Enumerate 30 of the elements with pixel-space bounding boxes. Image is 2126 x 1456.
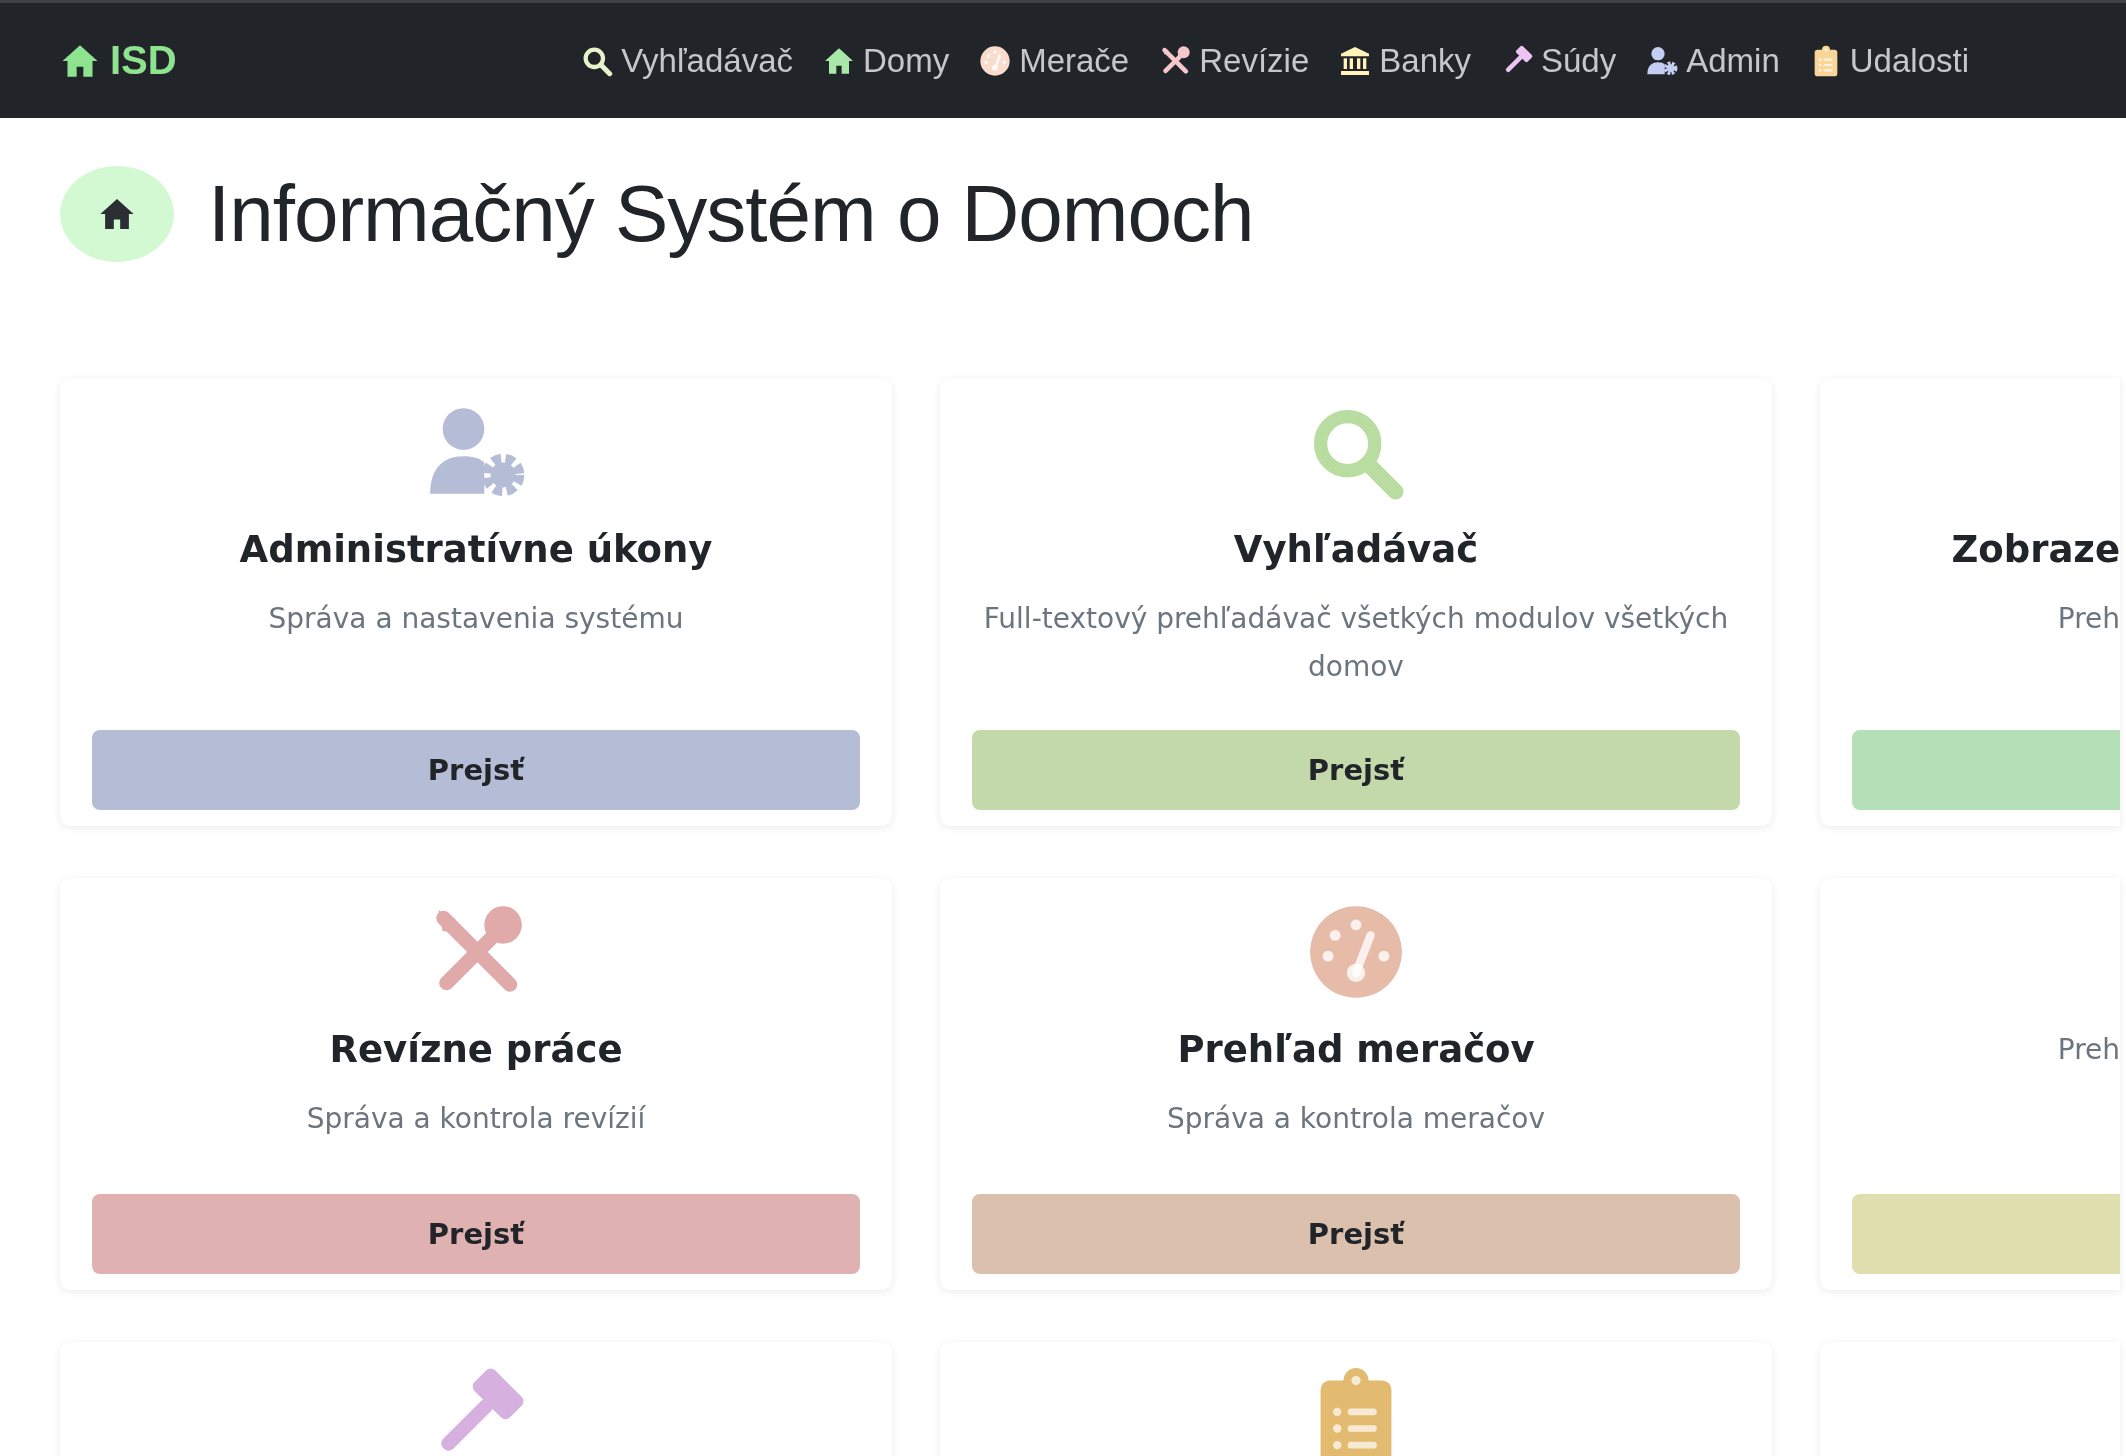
go-button[interactable] bbox=[1852, 1194, 2120, 1275]
card-title: Revízne práce bbox=[329, 1028, 623, 1072]
card-title: Zobraze bbox=[1951, 528, 2120, 571]
nav-link[interactable]: Domy bbox=[823, 41, 950, 80]
card-description: Preh bbox=[2057, 601, 2120, 637]
go-button[interactable]: Prejsť bbox=[972, 1194, 1740, 1275]
card-description: Full-textový prehľadávač všetkých modulov všetkých domov bbox=[982, 601, 1730, 685]
nav-link[interactable]: Merače bbox=[979, 41, 1130, 80]
card-description: Správa a kontrola meračov bbox=[1166, 1101, 1546, 1138]
card-description: Správa a kontrola revízií bbox=[306, 1101, 646, 1138]
card-title: Vyhľadávač bbox=[1233, 528, 1479, 571]
nav-link[interactable]: Udalosti bbox=[1809, 41, 1969, 80]
go-button[interactable] bbox=[1852, 730, 2120, 811]
nav-link[interactable]: Revízie bbox=[1159, 41, 1310, 80]
bank-icon bbox=[1339, 44, 1372, 77]
go-button[interactable]: Prejsť bbox=[92, 730, 860, 811]
card-title: Prehľad meračov bbox=[1177, 1028, 1535, 1072]
page-title: Informačný Systém o Domoch bbox=[208, 168, 1254, 260]
go-button[interactable]: Prejsť bbox=[972, 730, 1740, 811]
card-description: Správa a nastavenia systému bbox=[268, 601, 684, 637]
card-title: Administratívne úkony bbox=[239, 528, 713, 571]
nav-link[interactable]: Vyhľadávač bbox=[581, 41, 793, 80]
gauge-icon bbox=[979, 44, 1012, 77]
go-button[interactable]: Prejsť bbox=[92, 1194, 860, 1275]
nav-link[interactable]: Súdy bbox=[1501, 41, 1617, 80]
user-gear-icon bbox=[1646, 44, 1679, 77]
nav-link[interactable]: Banky bbox=[1339, 41, 1471, 80]
nav-link[interactable]: Admin bbox=[1646, 41, 1780, 80]
card-description: Preh bbox=[2057, 1032, 2120, 1069]
brand-logo[interactable]: ISD bbox=[110, 38, 177, 83]
